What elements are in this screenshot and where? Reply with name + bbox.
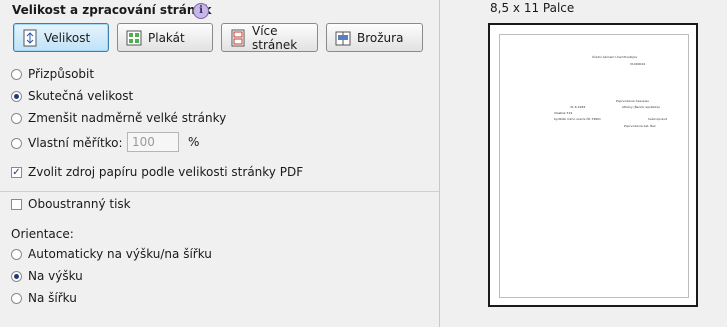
info-icon[interactable]: i — [193, 3, 209, 19]
booklet-mode-label: Brožura — [357, 30, 404, 45]
custom-scale-input[interactable] — [127, 132, 179, 152]
percent-label: % — [188, 135, 200, 149]
section-title: Velikost a zpracování stránek — [12, 3, 212, 17]
pdf-paper-source-label: Zvolit zdroj papíru podle velikosti strá… — [28, 165, 304, 179]
preview-line: 31.6.1983 — [570, 105, 586, 109]
pdf-paper-source-checkbox[interactable]: ✓ — [11, 166, 22, 178]
orientation-auto-label: Automaticky na výšku/na šířku — [28, 247, 212, 261]
section-divider — [0, 191, 439, 192]
preview-line: 31000024 — [630, 62, 646, 66]
custom-scale-option[interactable]: Vlastní měřítko: — [11, 136, 123, 150]
custom-scale-label: Vlastní měřítko: — [28, 136, 123, 150]
preview-line: Svěd.úpravit — [648, 117, 668, 121]
preview-line: Poprvodenia Časopisu — [616, 99, 650, 103]
duplex-checkbox[interactable] — [11, 198, 22, 210]
orientation-landscape-radio[interactable] — [11, 292, 22, 304]
orientation-portrait-option[interactable]: Na výšku — [11, 269, 83, 283]
multiple-pages-mode-button[interactable]: Více stránek — [221, 23, 318, 52]
page-preview: Úřední záznam Úrad Prostějov 31000024 Po… — [488, 23, 698, 307]
duplex-label: Oboustranný tisk — [28, 197, 131, 211]
preview-line: Athény (Řecká republika) — [622, 105, 660, 109]
pdf-paper-source-option[interactable]: ✓ Zvolit zdroj papíru podle velikosti st… — [11, 165, 303, 179]
orientation-auto-option[interactable]: Automaticky na výšku/na šířku — [11, 247, 212, 261]
actual-size-option[interactable]: Skutečná velikost — [11, 89, 133, 103]
preview-page: Úřední záznam Úrad Prostějov 31000024 Po… — [499, 34, 689, 298]
fit-radio[interactable] — [11, 68, 22, 80]
poster-mode-button[interactable]: Plakát — [117, 23, 213, 52]
actual-size-label: Skutečná velikost — [28, 89, 134, 103]
preview-line: Poprvodenia kat. Řez — [624, 124, 656, 128]
preview-line: bydliště mimo území ČR 79801 — [554, 117, 601, 121]
orientation-landscape-option[interactable]: Na šířku — [11, 291, 77, 305]
size-mode-button[interactable]: Velikost — [13, 23, 109, 52]
poster-icon — [126, 29, 142, 47]
booklet-mode-button[interactable]: Brožura — [326, 23, 423, 52]
orientation-portrait-radio[interactable] — [11, 270, 22, 282]
shrink-oversized-option[interactable]: Zmenšit nadměrně velké stránky — [11, 111, 226, 125]
orientation-portrait-label: Na výšku — [28, 269, 83, 283]
multiple-pages-mode-label: Více stránek — [252, 23, 298, 52]
fit-label: Přizpůsobit — [28, 67, 95, 81]
page-size-icon — [22, 29, 38, 47]
actual-size-radio[interactable] — [11, 90, 22, 102]
orientation-label: Orientace: — [11, 227, 74, 241]
shrink-oversized-label: Zmenšit nadměrně velké stránky — [28, 111, 227, 125]
shrink-oversized-radio[interactable] — [11, 112, 22, 124]
size-mode-label: Velikost — [44, 30, 91, 45]
paper-size-label: 8,5 x 11 Palce — [490, 1, 575, 15]
duplex-option[interactable]: Oboustranný tisk — [11, 197, 131, 211]
booklet-icon — [335, 29, 351, 47]
preview-line: Vlastisk 319 — [554, 111, 573, 115]
poster-mode-label: Plakát — [148, 30, 185, 45]
orientation-auto-radio[interactable] — [11, 248, 22, 260]
preview-line: Úřední záznam Úrad Prostějov — [592, 55, 638, 59]
custom-scale-radio[interactable] — [11, 137, 22, 149]
orientation-landscape-label: Na šířku — [28, 291, 77, 305]
fit-option[interactable]: Přizpůsobit — [11, 67, 94, 81]
multiple-pages-icon — [230, 29, 246, 47]
